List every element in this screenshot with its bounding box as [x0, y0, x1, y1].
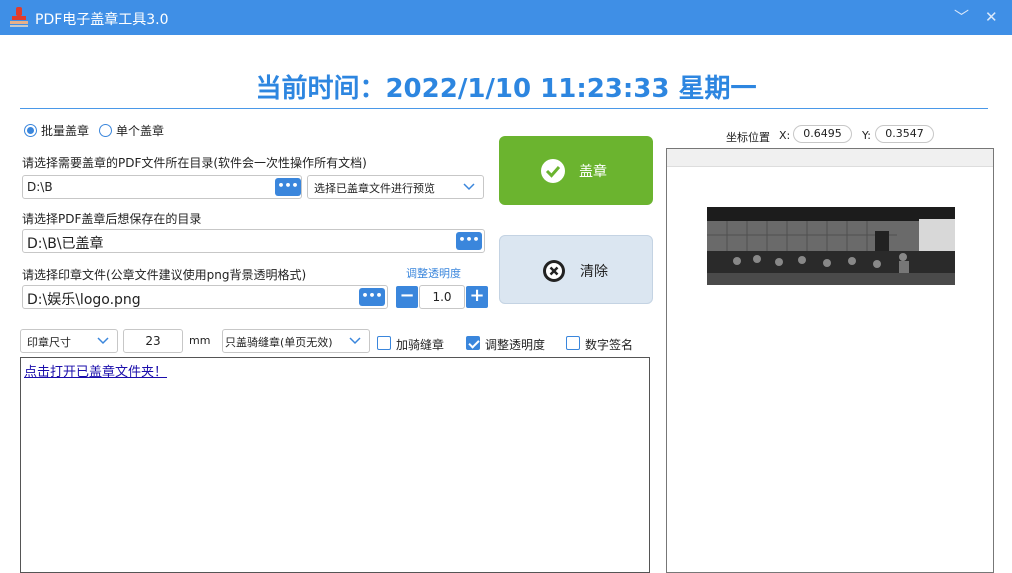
- stamp-button[interactable]: 盖章: [499, 136, 653, 205]
- source-dir-input[interactable]: D:\B: [22, 175, 302, 199]
- open-output-folder-link[interactable]: 点击打开已盖章文件夹！: [24, 361, 167, 380]
- preview-file-select-label: 选择已盖章文件进行预览: [314, 182, 435, 195]
- coords-label: 坐标位置: [726, 131, 770, 144]
- signature-checkbox-label[interactable]: 数字签名: [585, 336, 633, 353]
- clear-button[interactable]: 清除: [499, 235, 653, 304]
- stamp-size-input[interactable]: 23: [123, 329, 183, 353]
- coord-x-value[interactable]: 0.6495: [793, 125, 852, 143]
- pdf-preview[interactable]: [666, 148, 994, 573]
- opacity-minus-button[interactable]: −: [396, 286, 418, 308]
- title-bar: PDF电子盖章工具3.0 ﹀ ✕: [0, 0, 1012, 35]
- current-time: 当前时间：2022/1/10 11:23:33 星期一: [255, 74, 757, 104]
- opacity-value[interactable]: 1.0: [419, 285, 465, 309]
- close-circle-icon: [543, 260, 565, 282]
- clear-button-label: 清除: [580, 264, 608, 280]
- source-dir-label: 请选择需要盖章的PDF文件所在目录(软件会一次性操作所有文档): [22, 156, 367, 170]
- seam-mode-select-label: 只盖骑缝章(单页无效): [225, 336, 333, 349]
- window-title: PDF电子盖章工具3.0: [35, 12, 169, 28]
- mode-selector: 批量盖章 单个盖章: [24, 122, 164, 139]
- coord-y-label: Y:: [862, 129, 871, 142]
- single-radio-label[interactable]: 单个盖章: [116, 122, 164, 139]
- preview-file-select[interactable]: 选择已盖章文件进行预览: [307, 175, 484, 199]
- batch-radio[interactable]: [24, 124, 37, 137]
- log-textarea[interactable]: 点击打开已盖章文件夹！: [20, 357, 650, 573]
- seam-mode-select[interactable]: 只盖骑缝章(单页无效): [222, 329, 370, 353]
- stamp-file-input[interactable]: D:\娱乐\logo.png: [22, 285, 388, 309]
- output-dir-input[interactable]: D:\B\已盖章: [22, 229, 485, 253]
- preview-photo: [707, 207, 955, 285]
- close-button[interactable]: ✕: [985, 8, 998, 26]
- signature-checkbox[interactable]: [566, 336, 580, 350]
- opacity-plus-button[interactable]: +: [466, 286, 488, 308]
- minimize-button[interactable]: ﹀: [954, 8, 969, 26]
- chevron-down-icon: [463, 183, 475, 191]
- seam-checkbox-label[interactable]: 加骑缝章: [396, 336, 444, 353]
- output-dir-label: 请选择PDF盖章后想保存在的目录: [22, 212, 202, 226]
- chevron-down-icon: [97, 337, 109, 345]
- stamp-file-browse-button[interactable]: •••: [359, 288, 385, 306]
- single-radio[interactable]: [99, 124, 113, 137]
- stamp-icon: [10, 7, 28, 27]
- opacity-checkbox-label[interactable]: 调整透明度: [485, 336, 545, 353]
- coord-y-value[interactable]: 0.3547: [875, 125, 934, 143]
- stamp-size-select[interactable]: 印章尺寸: [20, 329, 118, 353]
- stamp-size-select-label: 印章尺寸: [27, 336, 71, 349]
- opacity-checkbox[interactable]: [466, 336, 480, 350]
- adjust-opacity-link[interactable]: 调整透明度: [406, 265, 461, 281]
- chevron-down-icon: [349, 337, 361, 345]
- source-dir-browse-button[interactable]: •••: [275, 178, 301, 196]
- check-circle-icon: [541, 159, 565, 183]
- stamp-button-label: 盖章: [579, 164, 607, 180]
- batch-radio-label[interactable]: 批量盖章: [41, 122, 89, 139]
- size-unit-label: mm: [189, 334, 211, 347]
- stamp-file-label: 请选择印章文件(公章文件建议使用png背景透明格式): [22, 268, 307, 282]
- divider: [20, 108, 988, 109]
- coord-x-label: X:: [779, 129, 791, 142]
- preview-toolbar-strip: [667, 149, 993, 167]
- output-dir-browse-button[interactable]: •••: [456, 232, 482, 250]
- seam-checkbox[interactable]: [377, 336, 391, 350]
